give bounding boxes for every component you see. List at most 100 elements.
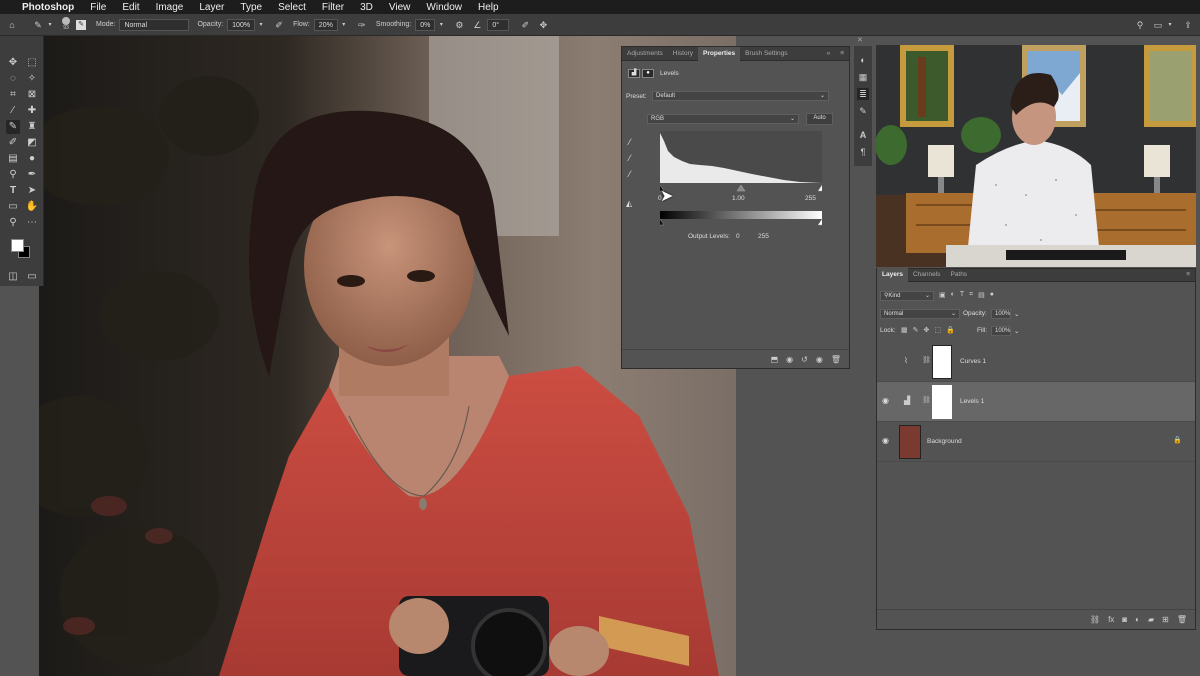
filter-adjustment-icon[interactable]: ◐: [951, 291, 955, 299]
visibility-eye-icon[interactable]: ◉: [816, 355, 823, 364]
history-brush-tool-icon[interactable]: ✐: [6, 136, 20, 150]
dodge-tool-icon[interactable]: ⚲: [6, 168, 20, 182]
eye-icon[interactable]: ◉: [882, 436, 889, 445]
input-gamma-value[interactable]: 1.00: [732, 195, 745, 202]
add-mask-icon[interactable]: ◙: [1122, 615, 1127, 624]
link-layers-icon[interactable]: ⛓: [1090, 615, 1100, 624]
link-icon[interactable]: ⛓: [922, 356, 931, 364]
filter-pixel-icon[interactable]: ▣: [939, 291, 946, 299]
brush-tool-icon[interactable]: ✎: [32, 19, 44, 31]
blend-mode-dropdown[interactable]: Normal ⌄: [880, 309, 960, 319]
move-tool-icon[interactable]: ✥: [6, 56, 20, 70]
new-group-icon[interactable]: ▰: [1148, 615, 1154, 624]
frame-tool-icon[interactable]: ⊠: [25, 88, 39, 102]
layer-row-levels[interactable]: ◉ ▟ ⛓ Levels 1: [877, 382, 1195, 422]
properties-panel-icon[interactable]: ≣: [857, 88, 869, 100]
menu-view[interactable]: View: [381, 2, 419, 13]
view-previous-icon[interactable]: ◉: [786, 355, 793, 364]
tab-layers[interactable]: Layers: [877, 268, 908, 282]
layer-name[interactable]: Levels 1: [960, 398, 984, 405]
character-panel-icon[interactable]: A: [857, 129, 869, 141]
paragraph-panel-icon[interactable]: ¶: [857, 146, 869, 158]
menu-edit[interactable]: Edit: [114, 2, 147, 13]
chevron-down-icon[interactable]: ▾: [255, 19, 267, 31]
filter-type-icon[interactable]: T: [960, 291, 964, 299]
link-icon[interactable]: ⛓: [922, 396, 931, 404]
black-point-eyedropper-icon[interactable]: ⁄: [629, 137, 631, 147]
foreground-color-swatch[interactable]: [11, 239, 24, 252]
lock-artboard-icon[interactable]: ⬚: [934, 326, 941, 334]
menu-layer[interactable]: Layer: [191, 2, 232, 13]
clone-stamp-tool-icon[interactable]: ♜: [25, 120, 39, 134]
panel-menu-icon[interactable]: ≡: [1181, 268, 1195, 282]
workspace-icon[interactable]: ▭: [1152, 19, 1164, 31]
layer-mask-thumbnail[interactable]: [932, 345, 952, 379]
chevron-down-icon[interactable]: ⌄: [1014, 327, 1019, 335]
tab-adjustments[interactable]: Adjustments: [622, 47, 668, 61]
trash-icon[interactable]: 🗑: [831, 355, 841, 364]
auto-button[interactable]: Auto: [806, 113, 833, 125]
menu-window[interactable]: Window: [418, 2, 470, 13]
eyedropper-tool-icon[interactable]: ⁄: [6, 104, 20, 118]
menu-select[interactable]: Select: [270, 2, 314, 13]
filter-smart-object-icon[interactable]: ▤: [978, 291, 985, 299]
search-icon[interactable]: ⚲: [1134, 19, 1146, 31]
gear-icon[interactable]: ⚙: [453, 19, 465, 31]
menu-app-name[interactable]: Photoshop: [20, 2, 82, 13]
more-tools-icon[interactable]: ⋯: [25, 216, 39, 230]
menu-filter[interactable]: Filter: [314, 2, 352, 13]
magic-wand-tool-icon[interactable]: ✧: [25, 72, 39, 86]
smoothing-field[interactable]: 0%: [415, 18, 436, 31]
close-icon[interactable]: ✕: [857, 36, 863, 44]
layer-row-curves[interactable]: ⌇ ⛓ Curves 1: [877, 342, 1195, 382]
tab-channels[interactable]: Channels: [908, 268, 945, 282]
new-adjustment-icon[interactable]: ◐: [1135, 615, 1140, 624]
tab-brush-settings[interactable]: Brush Settings: [740, 47, 792, 61]
menu-help[interactable]: Help: [470, 2, 507, 13]
chevron-down-icon[interactable]: ▾: [1164, 19, 1176, 31]
shape-tool-icon[interactable]: ▭: [6, 200, 20, 214]
layer-thumbnail[interactable]: [899, 425, 921, 459]
healing-brush-tool-icon[interactable]: ✚: [25, 104, 39, 118]
brush-settings-panel-icon[interactable]: ✎: [76, 19, 86, 30]
layer-name[interactable]: Curves 1: [960, 358, 986, 365]
screen-mode-icon[interactable]: ▭: [25, 270, 39, 284]
layer-opacity-field[interactable]: 100%: [991, 309, 1011, 319]
mode-dropdown[interactable]: Normal: [119, 18, 190, 31]
calculate-histogram-icon[interactable]: ◭: [626, 199, 632, 208]
reset-icon[interactable]: ↺: [801, 355, 808, 364]
layer-name[interactable]: Background: [927, 438, 962, 445]
tab-history[interactable]: History: [668, 47, 698, 61]
filter-toggle-icon[interactable]: ●: [990, 291, 994, 299]
opacity-field[interactable]: 100%: [227, 18, 256, 31]
chevron-down-icon[interactable]: ▾: [435, 19, 447, 31]
lock-all-icon[interactable]: 🔒: [946, 326, 955, 334]
preset-dropdown[interactable]: Default ⌄: [652, 91, 829, 101]
input-white-value[interactable]: 255: [805, 195, 816, 202]
lock-image-icon[interactable]: ✎: [913, 326, 919, 334]
blur-tool-icon[interactable]: ●: [25, 152, 39, 166]
zoom-tool-icon[interactable]: ⚲: [6, 216, 20, 230]
type-tool-icon[interactable]: T: [6, 184, 20, 198]
visibility-toggle[interactable]: [883, 356, 893, 366]
menu-3d[interactable]: 3D: [352, 2, 381, 13]
gray-point-eyedropper-icon[interactable]: ⁄: [629, 153, 631, 163]
lasso-tool-icon[interactable]: ◌: [6, 72, 20, 86]
home-icon[interactable]: ⌂: [6, 19, 18, 31]
new-layer-icon[interactable]: ⊞: [1162, 615, 1169, 624]
brushes-panel-icon[interactable]: ✎: [857, 105, 869, 117]
layer-style-icon[interactable]: fx: [1108, 615, 1114, 624]
crop-tool-icon[interactable]: ⌗: [6, 88, 20, 102]
white-point-eyedropper-icon[interactable]: ⁄: [629, 169, 631, 179]
angle-field[interactable]: 0°: [487, 18, 510, 31]
menu-type[interactable]: Type: [232, 2, 270, 13]
clip-to-layer-icon[interactable]: ⬒: [771, 355, 779, 364]
chevron-down-icon[interactable]: ▾: [44, 19, 56, 31]
fill-field[interactable]: 100%: [991, 326, 1011, 336]
symmetry-icon[interactable]: ✥: [537, 19, 549, 31]
brush-preview-icon[interactable]: [62, 17, 70, 25]
output-black-value[interactable]: 0: [736, 233, 740, 240]
pen-tool-icon[interactable]: ✒: [25, 168, 39, 182]
path-selection-tool-icon[interactable]: ➤: [25, 184, 39, 198]
layer-row-background[interactable]: ◉ Background 🔒: [877, 422, 1195, 462]
